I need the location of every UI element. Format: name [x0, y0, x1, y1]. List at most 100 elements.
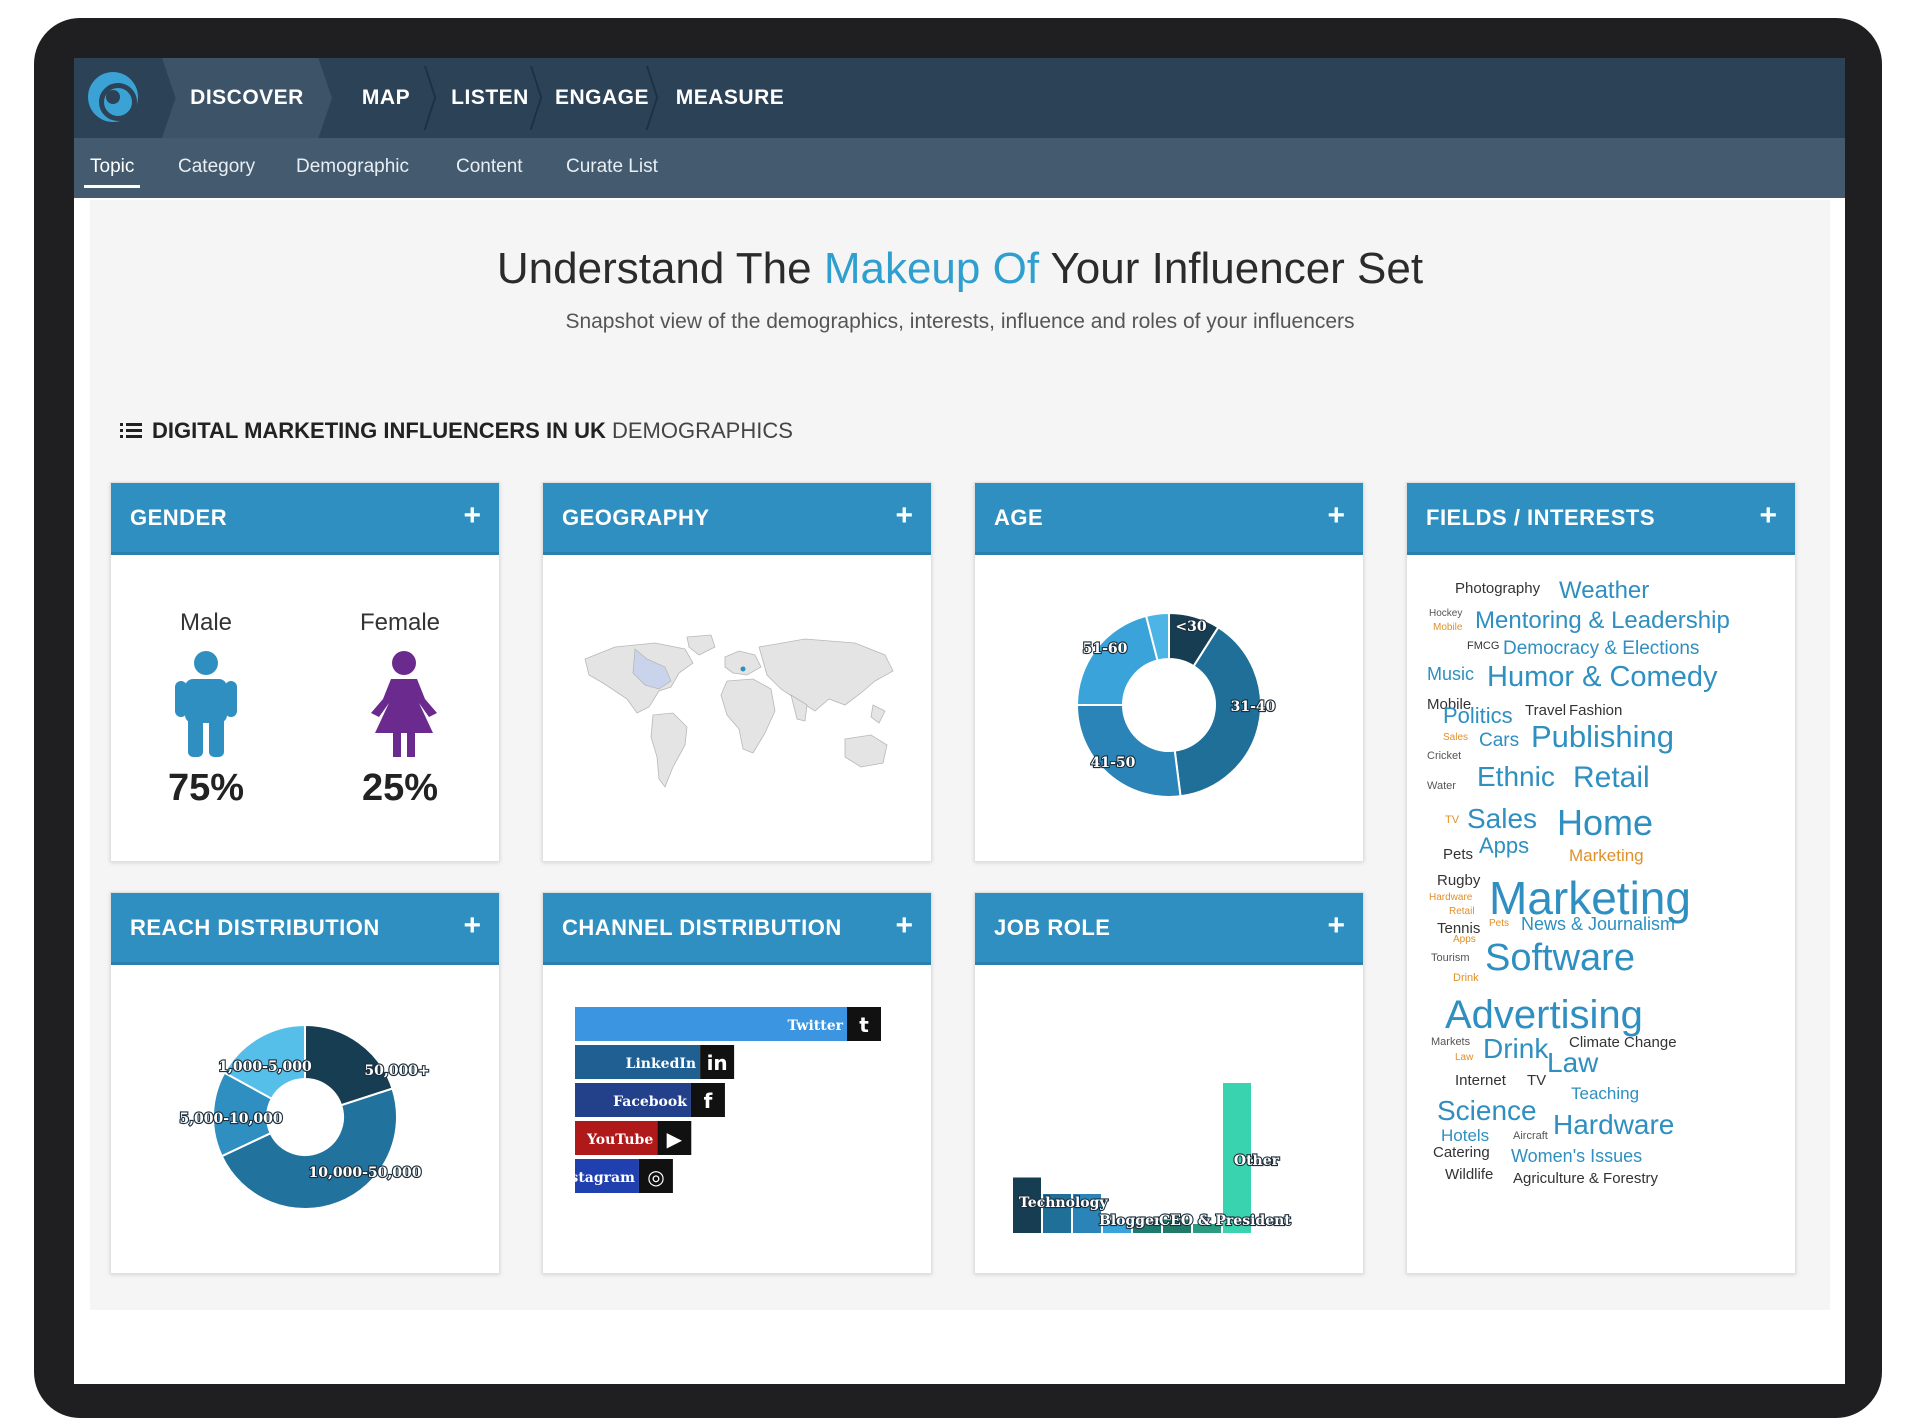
card-header: AGE +	[975, 483, 1363, 555]
interest-tag[interactable]: Hotels	[1441, 1127, 1489, 1144]
interest-tag[interactable]: Democracy & Elections	[1503, 639, 1699, 658]
channel-glyph-icon: in	[707, 1051, 728, 1075]
interest-tag[interactable]: Weather	[1559, 579, 1649, 603]
nav-discover[interactable]: DISCOVER	[162, 58, 332, 138]
subnav-content[interactable]: Content	[456, 138, 523, 198]
interest-tag[interactable]: Apps	[1453, 935, 1476, 945]
male-icon	[175, 651, 237, 757]
interest-tag[interactable]: Law	[1455, 1053, 1473, 1063]
channel-glyph-icon: t	[859, 1013, 869, 1037]
reach-donut-chart: 50,000+ 10,000-50,000 5,000-10,000 1,000-5,…	[178, 1023, 431, 1210]
interest-tag[interactable]: Marketing	[1569, 847, 1644, 864]
card-title: REACH DISTRIBUTION	[130, 915, 380, 940]
interest-tag[interactable]: Advertising	[1445, 995, 1643, 1035]
interest-tag[interactable]: Cricket	[1427, 751, 1461, 762]
nav-listen[interactable]: LISTEN	[440, 58, 540, 138]
expand-plus-icon[interactable]: +	[463, 911, 481, 941]
age-card: AGE + <30 31-40 41-50 51-60	[974, 482, 1364, 862]
card-header: GEOGRAPHY +	[543, 483, 931, 555]
interest-tag[interactable]: Photography	[1455, 581, 1540, 596]
nav-measure[interactable]: MEASURE	[660, 58, 800, 138]
slice-label: 50,000+	[364, 1063, 429, 1079]
slice-label: 51-60	[1083, 641, 1128, 657]
interest-tag[interactable]: TV	[1445, 815, 1459, 826]
expand-plus-icon[interactable]: +	[895, 911, 913, 941]
channel-bar-chart: Twitter t LinkedIn in Facebook f YouTube ▶ Insta…	[554, 1007, 881, 1193]
age-donut-chart: <30 31-40 41-50 51-60	[1075, 611, 1277, 798]
channel-glyph-icon: f	[704, 1089, 713, 1113]
job-label: Other	[1234, 1153, 1280, 1169]
interest-tag[interactable]: Cars	[1479, 731, 1519, 750]
interest-tag[interactable]: Women's Issues	[1511, 1147, 1642, 1165]
interest-tag[interactable]: Rugby	[1437, 873, 1480, 888]
male-percent: 75%	[167, 767, 245, 809]
interest-tag[interactable]: Drink	[1483, 1035, 1548, 1063]
channel-glyph-icon: ◎	[647, 1165, 664, 1189]
interest-tag[interactable]: Catering	[1433, 1145, 1490, 1160]
interest-tag[interactable]: Markets	[1431, 1037, 1470, 1048]
interest-tag[interactable]: Apps	[1479, 835, 1529, 857]
interest-tag[interactable]: Fashion	[1569, 703, 1622, 718]
interest-tag[interactable]: Tourism	[1431, 953, 1470, 964]
subnav-curate-list[interactable]: Curate List	[566, 138, 658, 198]
card-header: CHANNEL DISTRIBUTION +	[543, 893, 931, 965]
interest-tag[interactable]: Publishing	[1531, 721, 1674, 752]
interest-tag[interactable]: Wildlife	[1445, 1167, 1493, 1182]
pie-slice[interactable]	[1075, 614, 1159, 706]
job-role-bar-chart: Technology BloggerCEO & President Other	[1013, 1083, 1292, 1233]
interest-tag[interactable]: Politics	[1443, 705, 1513, 727]
page-subtitle: Snapshot view of the demographics, inter…	[565, 310, 1355, 333]
subnav-topic[interactable]: Topic	[83, 138, 141, 198]
app-logo-icon[interactable]	[88, 72, 138, 122]
interest-tag[interactable]: Travel	[1525, 703, 1566, 718]
interest-tag[interactable]: Sales	[1443, 733, 1468, 743]
interest-tag[interactable]: Agriculture & Forestry	[1513, 1171, 1658, 1186]
interest-tag[interactable]: Pets	[1443, 847, 1473, 862]
pie-slice[interactable]	[1075, 704, 1182, 798]
nav-map[interactable]: MAP	[336, 58, 436, 138]
female-label: Female	[359, 609, 441, 636]
slice-label: <30	[1175, 619, 1206, 635]
interest-tag[interactable]: TV	[1527, 1073, 1546, 1088]
interest-tag[interactable]: Ethnic	[1477, 763, 1555, 791]
interest-tag[interactable]: FMCG	[1467, 641, 1499, 652]
expand-plus-icon[interactable]: +	[1759, 501, 1777, 531]
interest-tag[interactable]: Law	[1547, 1049, 1598, 1077]
interest-tag[interactable]: Hardware	[1553, 1111, 1674, 1139]
interest-tag[interactable]: Science	[1437, 1097, 1537, 1125]
expand-plus-icon[interactable]: +	[1327, 911, 1345, 941]
interest-tag[interactable]: Humor & Comedy	[1487, 663, 1717, 692]
channel-label: YouTube	[586, 1132, 653, 1148]
interest-tag[interactable]: Aircraft	[1513, 1131, 1548, 1142]
card-title: JOB ROLE	[994, 915, 1111, 940]
interest-tag[interactable]: Hockey	[1429, 609, 1462, 619]
interest-tag[interactable]: Mentoring & Leadership	[1475, 609, 1730, 633]
main-content: Understand The Makeup Of Your Influencer…	[90, 200, 1830, 1310]
interest-tag[interactable]: Software	[1485, 939, 1635, 977]
channel-label: Instagram	[554, 1170, 635, 1186]
expand-plus-icon[interactable]: +	[463, 501, 481, 531]
interest-tag[interactable]: Pets	[1489, 919, 1509, 929]
word-cloud: Photography Weather Hockey Mobile Mentoring …	[1407, 555, 1797, 1273]
interest-tag[interactable]: Hardware	[1429, 893, 1472, 903]
interest-tag[interactable]: News & Journalism	[1521, 915, 1675, 933]
interest-tag[interactable]: Sales	[1467, 805, 1537, 833]
card-header: FIELDS / INTERESTS +	[1407, 483, 1795, 555]
interest-tag[interactable]: Retail	[1449, 907, 1475, 917]
slice-label: 31-40	[1231, 699, 1276, 715]
interest-tag[interactable]: Home	[1557, 805, 1653, 841]
card-title: FIELDS / INTERESTS	[1426, 505, 1656, 530]
interest-tag[interactable]: Music	[1427, 665, 1474, 683]
subnav-demographic[interactable]: Demographic	[296, 138, 409, 198]
interest-tag[interactable]: Water	[1427, 781, 1456, 792]
interest-tag[interactable]: Teaching	[1571, 1085, 1639, 1102]
interest-tag[interactable]: Internet	[1455, 1073, 1506, 1088]
interest-tag[interactable]: Mobile	[1433, 623, 1462, 633]
card-header: JOB ROLE +	[975, 893, 1363, 965]
subnav-category[interactable]: Category	[178, 138, 255, 198]
interest-tag[interactable]: Retail	[1573, 763, 1650, 793]
expand-plus-icon[interactable]: +	[1327, 501, 1345, 531]
expand-plus-icon[interactable]: +	[895, 501, 913, 531]
interest-tag[interactable]: Drink	[1453, 973, 1479, 984]
nav-engage[interactable]: ENGAGE	[544, 58, 660, 138]
